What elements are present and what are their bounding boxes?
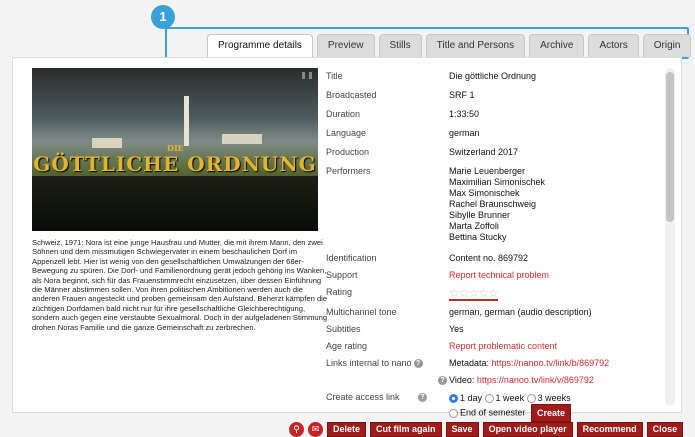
tab-programme-details[interactable]: Programme details: [207, 34, 313, 57]
pause-icon[interactable]: [302, 72, 312, 79]
meta-row-identification: Identification Content no. 869792: [326, 253, 666, 270]
access-options: 1 day 1 week 3 weeks End of semester Cre…: [449, 392, 666, 422]
label: Links internal to nano: [326, 358, 412, 368]
performer: Marta Zoffoli: [449, 221, 499, 231]
tab-actors[interactable]: Actors: [588, 34, 639, 57]
video-link[interactable]: https://nanoo.tv/link/v/869792: [477, 375, 594, 385]
tab-stills[interactable]: Stills: [378, 34, 422, 57]
open-video-player-button[interactable]: Open video player: [482, 421, 573, 437]
radio-3-weeks[interactable]: [526, 394, 536, 404]
cut-film-again-button[interactable]: Cut film again: [370, 421, 442, 437]
meta-row-multichannel: Multichannel tone german, german (audio …: [326, 307, 666, 324]
label: Production: [326, 147, 370, 157]
metadata-list: Title Die göttliche Ordnung Broadcasted …: [326, 71, 666, 422]
performer: Bettina Stucky: [449, 232, 507, 242]
meta-row-subtitles: Subtitles Yes: [326, 324, 666, 341]
house-shape: [92, 138, 122, 148]
report-technical-problem-link[interactable]: Report technical problem: [449, 270, 549, 280]
radio-1-week[interactable]: [484, 394, 494, 404]
recommend-button[interactable]: Recommend: [576, 421, 643, 437]
tab-bar: Programme details Preview Stills Title a…: [207, 34, 695, 57]
meta-row-language: Language german: [326, 128, 666, 147]
value: german, german (audio description): [449, 307, 592, 317]
label: Multichannel tone: [326, 307, 397, 317]
save-button[interactable]: Save: [445, 421, 479, 437]
help-icon[interactable]: ?: [413, 359, 423, 369]
close-button[interactable]: Close: [646, 421, 684, 437]
create-button[interactable]: Create: [531, 404, 572, 422]
option-label: 1 week: [495, 393, 525, 403]
video-overlay-title: GÖTTLICHE ORDNUNG: [33, 152, 317, 176]
performer: Marie Leuenberger: [449, 166, 526, 176]
tab-archive[interactable]: Archive: [529, 34, 585, 57]
label: Rating: [326, 287, 353, 297]
tab-preview[interactable]: Preview: [316, 34, 375, 57]
option-label: 1 day: [460, 393, 483, 403]
label: Title: [326, 71, 343, 81]
tab-origin[interactable]: Origin: [642, 34, 692, 57]
performer: Rachel Braunschweig: [449, 199, 537, 209]
value: german: [449, 128, 480, 138]
label: Performers: [326, 166, 371, 176]
programme-description: Schweiz, 1971: Nora ist eine junge Hausf…: [32, 238, 328, 332]
meta-row-age-rating: Age rating Report problematic content: [326, 341, 666, 358]
value: Switzerland 2017: [449, 147, 519, 157]
label: Support: [326, 270, 358, 280]
scrollbar-thumb[interactable]: [666, 72, 674, 222]
meta-row-rating: Rating ☆☆☆☆☆: [326, 287, 666, 307]
meta-row-access-link: Create access link ? 1 day 1 week 3 week…: [326, 392, 666, 422]
metadata-prefix: Metadata:: [449, 358, 492, 368]
label: Age rating: [326, 341, 368, 351]
metadata-link[interactable]: https://nanoo.tv/link/b/869792: [492, 358, 610, 368]
value: Content no. 869792: [449, 253, 529, 263]
delete-button[interactable]: Delete: [327, 421, 367, 437]
label: Duration: [326, 109, 361, 119]
label: Create access link: [326, 392, 400, 402]
help-icon[interactable]: ?: [438, 376, 447, 386]
tab-title-and-persons[interactable]: Title and Persons: [425, 34, 526, 57]
value: Yes: [449, 324, 464, 334]
scrollbar[interactable]: [665, 68, 675, 406]
option-label: End of semester: [460, 407, 526, 418]
meta-row-production: Production Switzerland 2017: [326, 147, 666, 166]
radio-end-of-semester[interactable]: [449, 408, 458, 418]
video-thumbnail[interactable]: DIE GÖTTLICHE ORDNUNG: [32, 68, 318, 231]
meta-row-title: Title Die göttliche Ordnung: [326, 71, 666, 90]
performers-list: Marie Leuenberger Maximilian Simonischek…: [449, 166, 666, 253]
trees-shape: [32, 176, 318, 231]
step-badge: 1: [151, 5, 175, 29]
performer: Maximilian Simonischek: [449, 177, 546, 187]
meta-row-broadcasted: Broadcasted SRF 1: [326, 90, 666, 109]
meta-row-duration: Duration 1:33:50: [326, 109, 666, 128]
meta-row-video-link: ? Video: https://nanoo.tv/link/v/869792: [326, 375, 666, 392]
label: Broadcasted: [326, 90, 377, 100]
meta-row-links: Links internal to nano? Metadata: https:…: [326, 358, 666, 375]
value: 1:33:50: [449, 109, 480, 119]
rating-stars[interactable]: ☆☆☆☆☆: [449, 287, 499, 301]
meta-row-performers: Performers Marie Leuenberger Maximilian …: [326, 166, 666, 253]
details-panel: DIE GÖTTLICHE ORDNUNG Schweiz, 1971: Nor…: [12, 57, 682, 422]
church-tower-shape: [184, 96, 189, 146]
value: Die göttliche Ordnung: [449, 71, 537, 81]
label: Subtitles: [326, 324, 361, 334]
video-prefix: Video:: [449, 375, 477, 385]
performer: Max Simonischek: [449, 188, 520, 198]
search-icon[interactable]: ⚲: [289, 421, 304, 437]
report-problematic-content-link[interactable]: Report problematic content: [449, 341, 557, 351]
help-icon[interactable]: ?: [418, 393, 428, 403]
radio-1-day[interactable]: [449, 394, 458, 404]
label: Language: [326, 128, 367, 138]
option-label: 3 weeks: [537, 393, 571, 403]
meta-row-support: Support Report technical problem: [326, 270, 666, 287]
house-shape: [222, 134, 262, 144]
performer: Sibylle Brunner: [449, 210, 511, 220]
mail-icon[interactable]: ✉: [308, 421, 323, 437]
value: SRF 1: [449, 90, 475, 100]
action-bar: ⚲ ✉ Delete Cut film again Save Open vide…: [285, 421, 684, 437]
label: Identification: [326, 253, 377, 263]
